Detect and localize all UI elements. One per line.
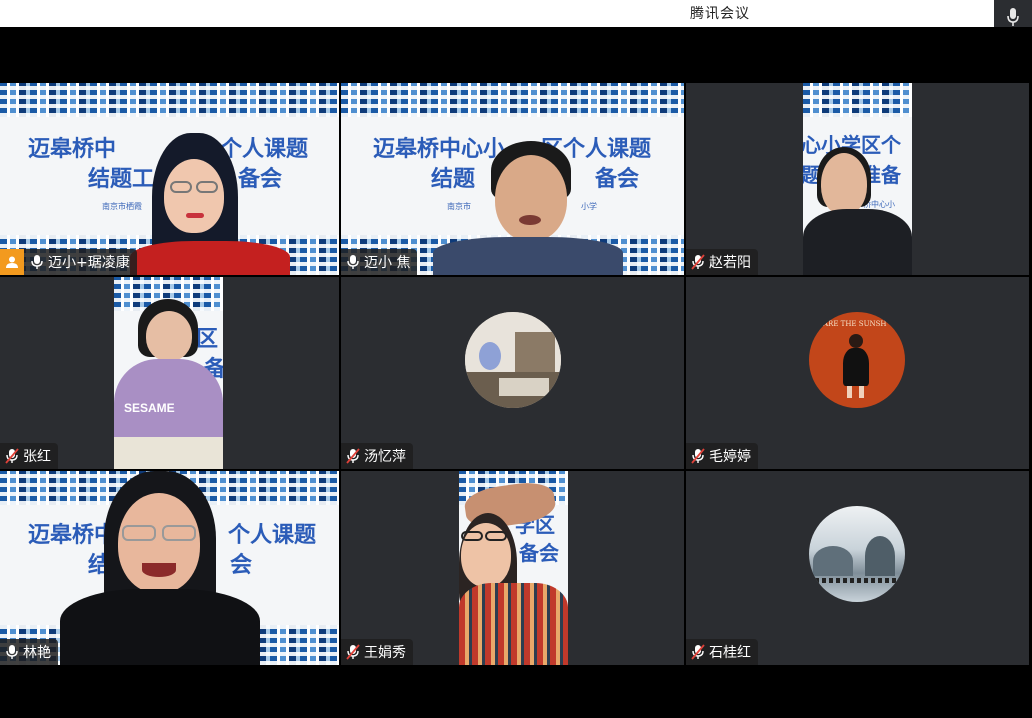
participant-tile[interactable]: 学区 备会 王娟秀 — [341, 471, 684, 665]
participant-video — [433, 141, 623, 275]
participant-tile[interactable]: 区 备 SESAME 张红 — [0, 277, 339, 469]
participant-name: 毛婷婷 — [709, 449, 751, 465]
mic-icon — [1007, 7, 1019, 26]
participant-video — [60, 471, 260, 665]
participant-label: 迈小 焦 — [341, 249, 418, 275]
participant-video: 区 备 SESAME — [114, 277, 223, 469]
avatar-caption: ARE THE SUNSH — [823, 320, 887, 328]
participant-avatar — [465, 312, 561, 408]
participant-label: 张红 — [0, 443, 58, 469]
video-grid: 迈皋桥中 个人课题 结题工 备会 南京市栖霞 迈小+琚凌康 迈皋桥中心小 区个人课题 — [0, 83, 1032, 665]
participant-tile[interactable]: ARE THE SUNSH 毛婷婷 — [686, 277, 1029, 469]
mic-muted-icon — [5, 448, 19, 464]
participant-tile[interactable]: 迈皋桥中 个人课题 结会 林艳 — [0, 471, 339, 665]
mic-muted-icon — [346, 644, 360, 660]
participant-name: 张红 — [23, 449, 51, 465]
banner-text: 迈皋桥中 — [28, 136, 117, 162]
participant-video: 心小学区个 题工作准备 皋桥中心小 — [803, 83, 912, 275]
mic-icon — [31, 255, 43, 269]
participant-label: 毛婷婷 — [686, 443, 758, 469]
participant-tile[interactable]: 石桂红 — [686, 471, 1029, 665]
participant-name: 王娟秀 — [364, 645, 406, 661]
participant-label: 王娟秀 — [341, 639, 413, 665]
participant-tile[interactable]: 迈皋桥中心小 区个人课题 结题 备会 南京市 小学 迈小 焦 — [341, 83, 684, 275]
participant-label: 林艳 — [0, 639, 58, 665]
participant-name: 赵若阳 — [709, 255, 751, 271]
participant-label: 赵若阳 — [686, 249, 758, 275]
user-icon — [6, 256, 18, 268]
participant-tile[interactable]: 心小学区个 题工作准备 皋桥中心小 赵若阳 — [686, 83, 1029, 275]
participant-label: 石桂红 — [686, 639, 758, 665]
mic-muted-icon — [691, 448, 705, 464]
mic-icon — [347, 255, 359, 269]
participant-video: 学区 备会 — [459, 471, 568, 665]
participant-avatar — [809, 506, 905, 602]
participant-name: 迈小+琚凌康 — [48, 255, 130, 271]
participant-name: 石桂红 — [709, 645, 751, 661]
participant-tile[interactable]: 迈皋桥中 个人课题 结题工 备会 南京市栖霞 迈小+琚凌康 — [0, 83, 339, 275]
participant-name: 汤忆萍 — [364, 449, 406, 465]
participant-label: 汤忆萍 — [341, 443, 413, 469]
participant-name: 迈小 焦 — [364, 255, 411, 271]
banner-text: 备会 — [519, 541, 559, 565]
mic-muted-icon — [691, 644, 705, 660]
mic-muted-icon — [346, 448, 360, 464]
participant-label: 迈小+琚凌康 — [0, 249, 137, 275]
participant-video — [130, 133, 290, 275]
mic-icon — [6, 645, 18, 659]
participant-name: 林艳 — [23, 645, 51, 661]
title-bar: 腾讯会议 — [0, 0, 1032, 27]
banner-text: 区 — [196, 326, 219, 352]
host-badge — [0, 249, 24, 275]
app-title: 腾讯会议 — [690, 6, 750, 22]
participant-avatar: ARE THE SUNSH — [809, 312, 905, 408]
mic-muted-icon — [691, 254, 705, 270]
participant-tile[interactable]: 汤忆萍 — [341, 277, 684, 469]
